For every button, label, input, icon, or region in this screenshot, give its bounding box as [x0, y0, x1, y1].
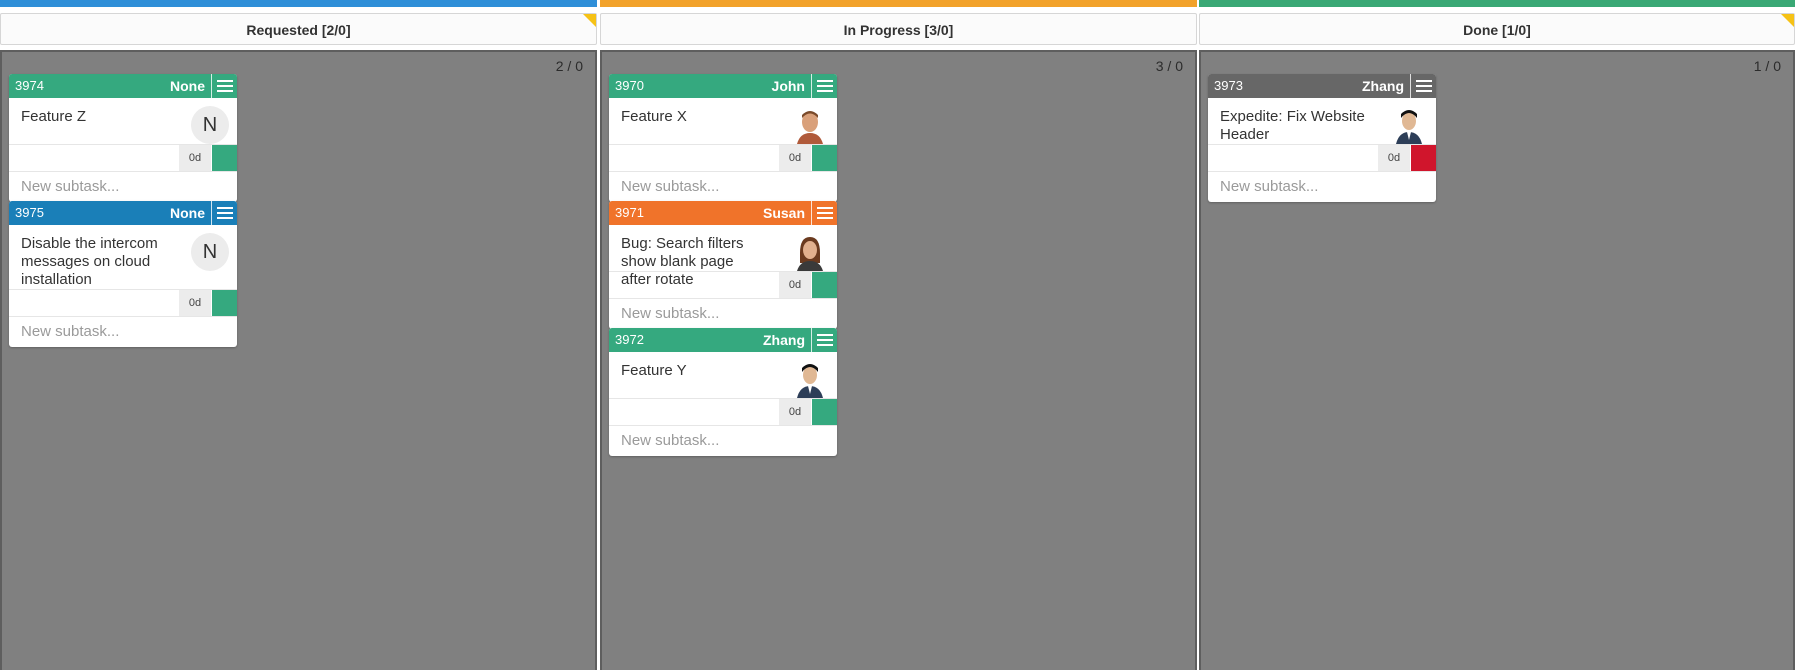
column-count: 3 / 0 [1155, 58, 1183, 74]
new-subtask-input[interactable]: New subtask... [1208, 172, 1436, 202]
estimate-badge: 0d [1378, 145, 1410, 171]
card-meta: 0d [9, 289, 237, 317]
card-owner[interactable]: Susan [763, 201, 805, 225]
corner-flag-icon [583, 14, 596, 27]
column-title: Done [1/0] [1463, 22, 1531, 38]
new-subtask-input[interactable]: New subtask... [609, 426, 837, 456]
column-count: 1 / 0 [1753, 58, 1781, 74]
card-body[interactable]: Feature Y [609, 352, 837, 398]
status-indicator[interactable] [1411, 145, 1436, 171]
card-id[interactable]: 3975 [15, 201, 44, 225]
column-lane[interactable]: 3 / 0 3970 John Feature X 0d New subtask… [600, 50, 1197, 670]
status-indicator[interactable] [212, 145, 237, 171]
avatar[interactable]: N [191, 106, 229, 144]
card-id[interactable]: 3971 [615, 201, 644, 225]
card-title: Disable the intercom messages on cloud i… [21, 235, 158, 288]
column-color-bar [0, 0, 597, 7]
estimate-badge: 0d [779, 145, 811, 171]
avatar-photo-susan[interactable] [791, 233, 829, 271]
card-id[interactable]: 3973 [1214, 74, 1243, 98]
card-body[interactable]: Expedite: Fix Website Header [1208, 98, 1436, 144]
task-card[interactable]: 3972 Zhang Feature Y 0d New subtask... [609, 328, 837, 456]
card-owner[interactable]: Zhang [763, 328, 805, 352]
corner-flag-icon [1781, 14, 1794, 27]
task-card[interactable]: 3973 Zhang Expedite: Fix Website Header [1208, 74, 1436, 202]
task-card[interactable]: 3971 Susan Bug: Search filters show blan… [609, 201, 837, 329]
card-owner[interactable]: Zhang [1362, 74, 1404, 98]
avatar[interactable]: N [191, 233, 229, 271]
card-body[interactable]: Feature X [609, 98, 837, 144]
column-in-progress: In Progress [3/0] 3 / 0 3970 John Featur… [600, 0, 1197, 670]
hamburger-menu-icon[interactable] [211, 74, 237, 98]
estimate-badge: 0d [779, 399, 811, 425]
card-owner[interactable]: John [772, 74, 805, 98]
column-count: 2 / 0 [555, 58, 583, 74]
card-header: 3973 Zhang [1208, 74, 1436, 98]
column-color-bar [1199, 0, 1795, 7]
avatar-photo-zhang[interactable] [1390, 106, 1428, 144]
hamburger-menu-icon[interactable] [211, 201, 237, 225]
hamburger-menu-icon[interactable] [811, 74, 837, 98]
status-indicator[interactable] [812, 399, 837, 425]
column-requested: Requested [2/0] 2 / 0 3974 None Feature … [0, 0, 597, 670]
card-meta: 0d [9, 144, 237, 172]
hamburger-menu-icon[interactable] [811, 201, 837, 225]
card-header: 3974 None [9, 74, 237, 98]
card-title: Feature Y [621, 362, 687, 379]
column-header[interactable]: Done [1/0] [1199, 13, 1795, 45]
task-card[interactable]: 3974 None Feature Z N 0d New subtask... [9, 74, 237, 202]
avatar-photo-zhang[interactable] [791, 360, 829, 398]
column-lane[interactable]: 2 / 0 3974 None Feature Z N 0d New subta… [0, 50, 597, 670]
card-title: Feature Z [21, 108, 87, 125]
column-header[interactable]: In Progress [3/0] [600, 13, 1197, 45]
new-subtask-input[interactable]: New subtask... [9, 172, 237, 202]
status-indicator[interactable] [212, 290, 237, 316]
card-id[interactable]: 3972 [615, 328, 644, 352]
card-meta: 0d [609, 144, 837, 172]
new-subtask-input[interactable]: New subtask... [609, 299, 837, 329]
card-owner[interactable]: None [170, 74, 205, 98]
card-meta: 0d [609, 398, 837, 426]
card-body[interactable]: Feature Z N [9, 98, 237, 144]
card-header: 3975 None [9, 201, 237, 225]
card-id[interactable]: 3974 [15, 74, 44, 98]
column-color-bar [600, 0, 1197, 7]
avatar-photo-john[interactable] [791, 106, 829, 144]
column-done: Done [1/0] 1 / 0 3973 Zhang Expedite: Fi… [1199, 0, 1795, 670]
column-header[interactable]: Requested [2/0] [0, 13, 597, 45]
card-id[interactable]: 3970 [615, 74, 644, 98]
card-header: 3971 Susan [609, 201, 837, 225]
card-body[interactable]: Disable the intercom messages on cloud i… [9, 225, 237, 289]
card-owner[interactable]: None [170, 201, 205, 225]
card-meta: 0d [609, 271, 837, 299]
card-header: 3970 John [609, 74, 837, 98]
task-card[interactable]: 3970 John Feature X 0d New subtask... [609, 74, 837, 202]
card-title: Feature X [621, 108, 687, 125]
card-title: Expedite: Fix Website Header [1220, 108, 1365, 143]
new-subtask-input[interactable]: New subtask... [9, 317, 237, 347]
card-header: 3972 Zhang [609, 328, 837, 352]
card-meta: 0d [1208, 144, 1436, 172]
column-title: In Progress [3/0] [843, 22, 954, 38]
status-indicator[interactable] [812, 145, 837, 171]
column-lane[interactable]: 1 / 0 3973 Zhang Expedite: Fix Website H… [1199, 50, 1795, 670]
estimate-badge: 0d [779, 272, 811, 298]
hamburger-menu-icon[interactable] [811, 328, 837, 352]
hamburger-menu-icon[interactable] [1410, 74, 1436, 98]
status-indicator[interactable] [812, 272, 837, 298]
task-card[interactable]: 3975 None Disable the intercom messages … [9, 201, 237, 347]
card-body[interactable]: Bug: Search filters show blank page afte… [609, 225, 837, 288]
new-subtask-input[interactable]: New subtask... [609, 172, 837, 202]
estimate-badge: 0d [179, 290, 211, 316]
column-title: Requested [2/0] [246, 22, 351, 38]
estimate-badge: 0d [179, 145, 211, 171]
